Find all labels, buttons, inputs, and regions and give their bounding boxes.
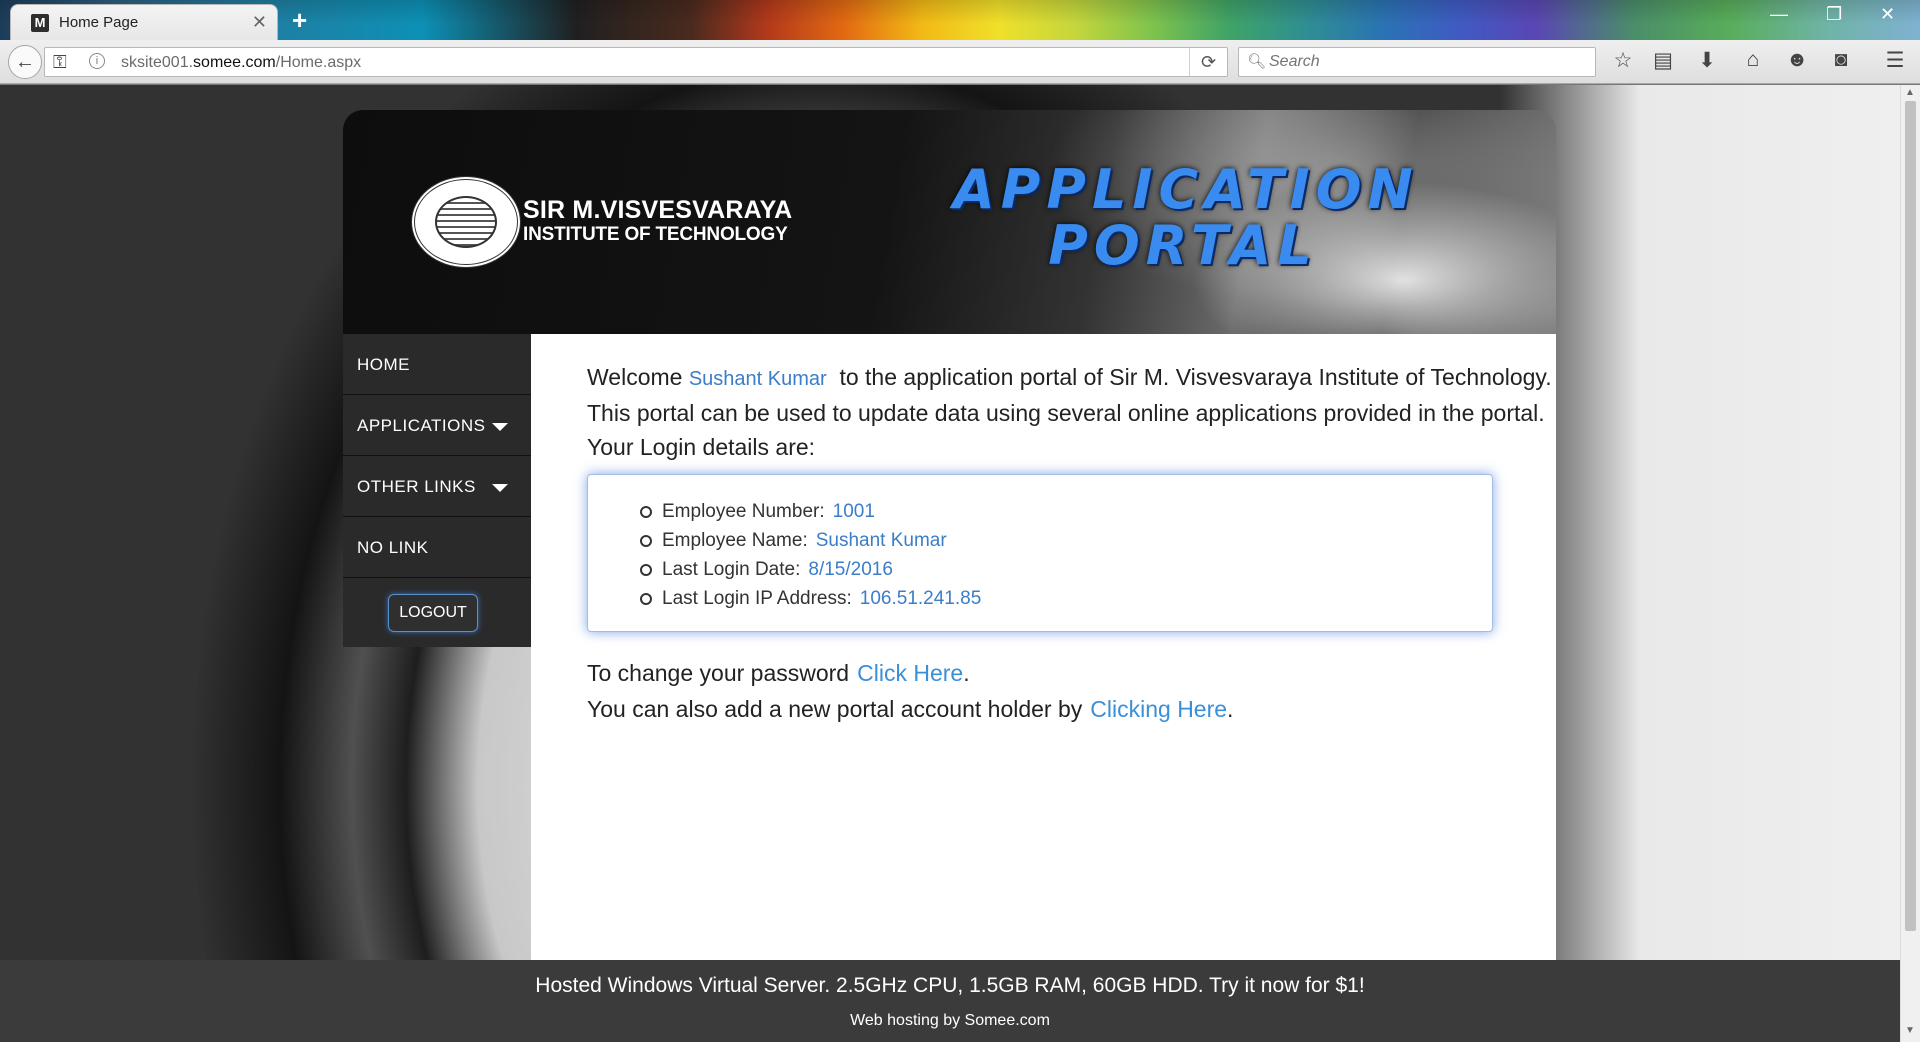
minimize-icon[interactable]: — — [1770, 4, 1788, 25]
change-password-link[interactable]: Click Here — [857, 660, 963, 686]
chevron-down-icon — [492, 484, 508, 492]
restore-icon[interactable]: ❐ — [1826, 4, 1842, 25]
site-container: SIR M.VISVESVARAYA INSTITUTE OF TECHNOLO… — [343, 110, 1556, 1042]
portal-title: APPLICATION PORTAL — [953, 162, 1413, 274]
address-bar[interactable]: ⚿ i sksite001.somee.com/Home.aspx ⟳ — [44, 47, 1228, 77]
sidebar-item-other-links[interactable]: OTHER LINKS — [343, 456, 531, 517]
detail-label: Employee Number: — [662, 501, 825, 522]
chevron-down-icon — [492, 423, 508, 431]
scroll-up-icon[interactable]: ▲ — [1905, 87, 1915, 98]
close-icon[interactable]: ✕ — [1880, 4, 1895, 25]
institute-name-line1: SIR M.VISVESVARAYA — [523, 196, 793, 224]
back-arrow-icon[interactable]: ← — [8, 45, 42, 79]
detail-label: Last Login IP Address: — [662, 588, 852, 609]
change-password-text: To change your password — [587, 660, 850, 686]
detail-label: Employee Name: — [662, 530, 808, 551]
sidebar-item-home[interactable]: HOME — [343, 334, 531, 395]
scrollbar-thumb[interactable] — [1905, 101, 1916, 931]
login-details-box: Employee Number: 1001 Employee Name: Susha… — [587, 474, 1493, 632]
welcome-text: Welcome Sushant Kumar to the application… — [587, 360, 1552, 464]
scrollbar[interactable]: ▲ ▼ — [1900, 85, 1920, 1042]
search-bar[interactable]: 🔍︎ — [1238, 47, 1596, 77]
sidebar-nav: HOME APPLICATIONS OTHER LINKS NO LINK LO… — [343, 334, 531, 647]
sidebar-item-label: APPLICATIONS — [357, 416, 486, 435]
hosting-footer: Hosted Windows Virtual Server. 2.5GHz CP… — [0, 960, 1900, 1042]
url-path: /Home.aspx — [275, 54, 362, 71]
detail-value: 8/15/2016 — [808, 559, 893, 580]
welcome-line2: This portal can be used to update data u… — [587, 400, 1545, 426]
smiley-icon[interactable]: ☻ — [1782, 48, 1812, 72]
download-icon[interactable]: ⬇ — [1692, 48, 1722, 73]
add-account-line: You can also add a new portal account ho… — [587, 696, 1233, 723]
hamburger-menu-icon[interactable]: ☰ — [1880, 48, 1910, 73]
list-item: Employee Name: Sushant Kumar — [640, 526, 981, 555]
detail-value: Sushant Kumar — [815, 530, 947, 551]
add-account-link[interactable]: Clicking Here — [1090, 696, 1227, 722]
info-icon[interactable]: i — [89, 53, 105, 69]
search-input[interactable] — [1269, 52, 1589, 72]
list-item: Employee Number: 1001 — [640, 497, 981, 526]
pocket-icon[interactable]: ◙ — [1826, 48, 1856, 72]
new-tab-button[interactable]: + — [292, 5, 307, 36]
home-icon[interactable]: ⌂ — [1738, 48, 1768, 72]
detail-value: 106.51.241.85 — [859, 588, 982, 609]
site-header-banner: SIR M.VISVESVARAYA INSTITUTE OF TECHNOLO… — [343, 110, 1556, 334]
url-domain: somee.com — [193, 54, 276, 71]
hosting-ad-link[interactable]: Hosted Windows Virtual Server. 2.5GHz CP… — [0, 974, 1900, 998]
hosting-credit-link[interactable]: Web hosting by Somee.com — [0, 1012, 1900, 1030]
welcome-prefix: Welcome — [587, 364, 683, 390]
navigation-toolbar: ← ⚿ i sksite001.somee.com/Home.aspx ⟳ 🔍︎… — [0, 40, 1920, 84]
url-text[interactable]: sksite001.somee.com/Home.aspx — [121, 54, 361, 72]
welcome-line3: Your Login details are: — [587, 434, 816, 460]
main-content: Welcome Sushant Kumar to the application… — [531, 334, 1556, 960]
detail-value: 1001 — [832, 501, 875, 522]
sidebar-item-label: OTHER LINKS — [357, 477, 476, 496]
portal-title-line2: PORTAL — [1048, 214, 1318, 277]
welcome-suffix: to the application portal of Sir M. Visv… — [839, 364, 1552, 390]
portal-title-line1: APPLICATION — [953, 158, 1419, 221]
institute-seal-logo — [411, 176, 521, 268]
user-name: Sushant Kumar — [688, 368, 827, 390]
scroll-down-icon[interactable]: ▼ — [1905, 1025, 1915, 1036]
list-item: Last Login IP Address: 106.51.241.85 — [640, 584, 981, 613]
reload-icon[interactable]: ⟳ — [1189, 48, 1227, 76]
add-account-text: You can also add a new portal account ho… — [587, 696, 1083, 722]
site-favicon-icon: M — [31, 14, 49, 32]
detail-label: Last Login Date: — [662, 559, 801, 580]
tab-close-icon[interactable]: ✕ — [252, 12, 267, 33]
period: . — [963, 660, 970, 686]
tab-title: Home Page — [59, 14, 139, 31]
search-icon: 🔍︎ — [1247, 53, 1267, 70]
star-icon[interactable]: ☆ — [1608, 48, 1638, 73]
period: . — [1227, 696, 1234, 722]
key-icon[interactable]: ⚿ — [53, 52, 67, 73]
url-subdomain: sksite001. — [121, 54, 194, 71]
browser-titlebar: M Home Page ✕ + — ❐ ✕ — [0, 0, 1920, 40]
sidebar-item-label: NO LINK — [357, 538, 429, 557]
sidebar-item-applications[interactable]: APPLICATIONS — [343, 395, 531, 456]
logout-button[interactable]: LOGOUT — [388, 594, 478, 632]
browser-tab[interactable]: M Home Page ✕ — [10, 4, 278, 40]
sidebar-item-no-link[interactable]: NO LINK — [343, 517, 531, 578]
institute-name-line2: INSTITUTE OF TECHNOLOGY — [523, 224, 788, 245]
sidebar-item-label: HOME — [357, 355, 410, 374]
change-password-line: To change your password Click Here. — [587, 660, 970, 687]
list-item: Last Login Date: 8/15/2016 — [640, 555, 981, 584]
reading-list-icon[interactable]: ▤ — [1648, 48, 1678, 73]
